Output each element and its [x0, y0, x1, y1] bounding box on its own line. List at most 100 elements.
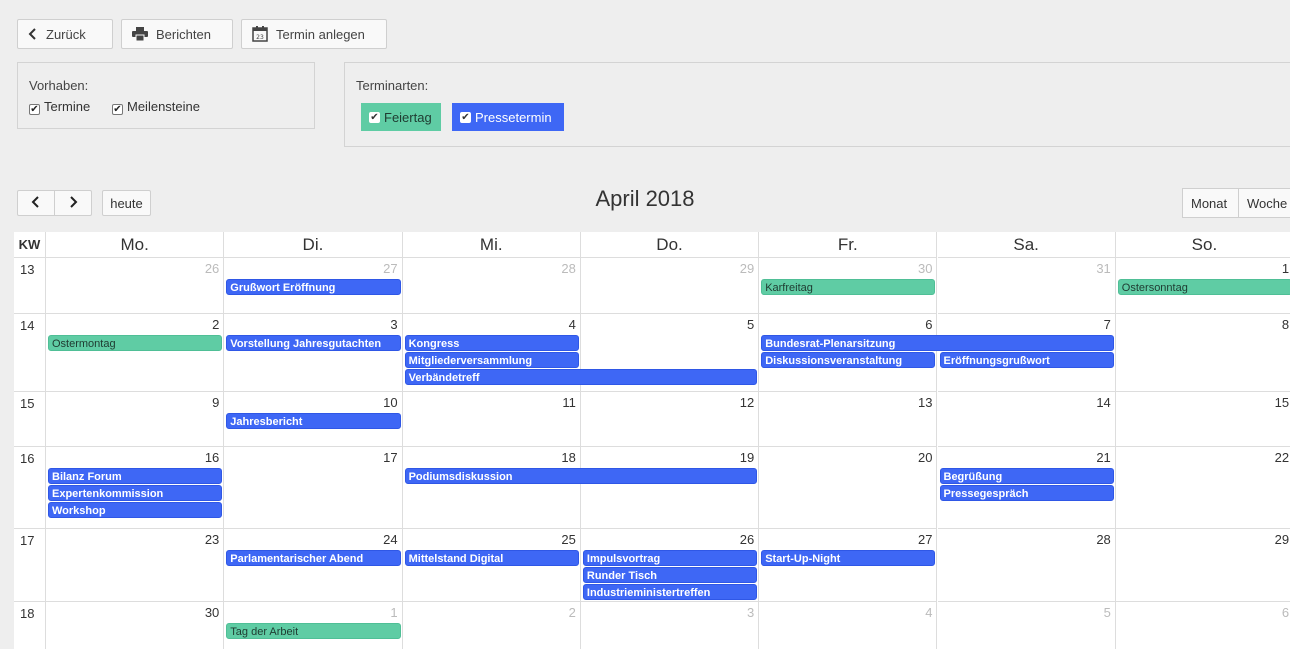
month-view-button[interactable]: Monat: [1182, 188, 1239, 218]
day-cell[interactable]: 11: [402, 392, 581, 447]
day-number: 8: [1281, 317, 1290, 332]
meilensteine-label: Meilensteine: [127, 99, 200, 114]
calendar-event[interactable]: Bundesrat-Plenarsitzung: [761, 335, 1114, 351]
calendar-event[interactable]: Ostermontag: [48, 335, 223, 351]
calendar-event[interactable]: Kongress: [404, 335, 579, 351]
day-header: Mi.: [402, 232, 581, 258]
day-cell[interactable]: 28: [937, 529, 1116, 602]
day-number: 27: [383, 261, 398, 276]
day-cell[interactable]: 29: [1115, 529, 1290, 602]
day-header: Di.: [224, 232, 403, 258]
calendar-event[interactable]: Mittelstand Digital: [404, 550, 579, 566]
day-number: 9: [212, 395, 220, 410]
day-cell[interactable]: 22: [1115, 447, 1290, 529]
checkbox-checked-icon: ✔: [460, 111, 471, 123]
day-number: 10: [383, 395, 398, 410]
day-number: 27: [918, 532, 933, 547]
day-cell[interactable]: 12: [580, 392, 760, 447]
month-calendar-grid: KW Mo. Di. Mi. Do. Fr. Sa. So. 13 26 27 28 29 30 31 1 14…: [14, 232, 1290, 649]
day-cell[interactable]: 13: [759, 392, 938, 447]
create-appointment-label: Termin anlegen: [276, 26, 365, 42]
day-cell[interactable]: 20: [759, 447, 938, 529]
calendar-event[interactable]: Bilanz Forum: [48, 468, 223, 484]
calendar-event[interactable]: Impulsvortrag: [582, 550, 758, 566]
day-number: 2: [212, 317, 220, 332]
day-cell[interactable]: 28: [402, 258, 581, 314]
meilensteine-checkbox[interactable]: ✔ Meilensteine: [112, 99, 200, 115]
day-cell[interactable]: 18: [402, 447, 581, 529]
day-cell[interactable]: 6: [1116, 602, 1290, 649]
day-cell[interactable]: 2: [403, 602, 581, 649]
day-number: 3: [746, 605, 755, 620]
week-number: 14: [14, 314, 46, 392]
day-number: 14: [1096, 395, 1111, 410]
calendar-event[interactable]: Grußwort Eröffnung: [226, 279, 401, 295]
day-number: 18: [561, 450, 576, 465]
calendar-event[interactable]: Verbändetreff: [404, 369, 758, 385]
day-cell[interactable]: 15: [1115, 392, 1290, 447]
calendar-icon: 23: [252, 26, 268, 42]
day-cell[interactable]: 3: [224, 314, 403, 392]
calendar-event[interactable]: Begrüßung: [939, 468, 1114, 484]
day-number: 20: [918, 450, 933, 465]
report-button[interactable]: Berichten: [121, 19, 233, 49]
termine-checkbox[interactable]: ✔ Termine: [29, 99, 90, 115]
day-cell[interactable]: 2: [46, 314, 225, 392]
calendar-event[interactable]: Podiumsdiskussion: [404, 468, 758, 484]
day-cell[interactable]: 3: [581, 602, 760, 649]
calendar-event[interactable]: Workshop: [48, 502, 223, 518]
day-cell[interactable]: 9: [46, 392, 225, 447]
day-number: 4: [568, 317, 576, 332]
day-number: 30: [918, 261, 933, 276]
day-cell[interactable]: 26: [46, 258, 225, 314]
day-number: 22: [1274, 450, 1290, 465]
day-cell[interactable]: 19: [580, 447, 760, 529]
calendar-event[interactable]: Expertenkommission: [48, 485, 223, 501]
calendar-event[interactable]: Parlamentarischer Abend: [226, 550, 401, 566]
calendar-event[interactable]: Runder Tisch: [582, 567, 758, 583]
day-cell[interactable]: 5: [938, 602, 1116, 649]
day-cell[interactable]: 8: [1115, 314, 1290, 392]
pressetermin-filter-chip[interactable]: ✔ Pressetermin: [452, 103, 564, 131]
feiertag-filter-chip[interactable]: ✔ Feiertag: [361, 103, 441, 131]
day-cell[interactable]: 29: [580, 258, 760, 314]
calendar-event[interactable]: Mitgliederversammlung: [404, 352, 579, 368]
month-view-label: Monat: [1191, 195, 1228, 211]
day-header: Do.: [580, 232, 760, 258]
week-view-button[interactable]: Woche: [1238, 188, 1290, 218]
day-number: 30: [204, 605, 220, 620]
day-cell[interactable]: 30: [46, 602, 225, 649]
day-number: 3: [390, 317, 398, 332]
calendar-event[interactable]: Industrieministertreffen: [582, 584, 758, 600]
calendar-event[interactable]: Eröffnungsgrußwort: [939, 352, 1114, 368]
calendar-event[interactable]: Tag der Arbeit: [226, 623, 401, 639]
day-number: 7: [1103, 317, 1111, 332]
calendar-event[interactable]: Diskussionsveranstaltung: [761, 352, 936, 368]
calendar-event[interactable]: Vorstellung Jahresgutachten: [226, 335, 401, 351]
calendar-event[interactable]: Pressegespräch: [939, 485, 1114, 501]
calendar-event[interactable]: Karfreitag: [761, 279, 936, 295]
feiertag-label: Feiertag: [384, 109, 432, 125]
day-cell[interactable]: 23: [46, 529, 225, 602]
calendar-event[interactable]: Jahresbericht: [226, 413, 401, 429]
calendar-event[interactable]: Start-Up-Night: [761, 550, 936, 566]
report-label: Berichten: [156, 26, 211, 42]
day-number: 17: [383, 450, 398, 465]
termine-label: Termine: [44, 99, 91, 114]
day-cell[interactable]: 14: [937, 392, 1116, 447]
day-number: 29: [1274, 532, 1290, 547]
back-button[interactable]: Zurück: [17, 19, 113, 49]
day-cell[interactable]: 17: [224, 447, 403, 529]
checkbox-checked-icon: ✔: [29, 104, 40, 115]
terminarten-label: Terminarten:: [356, 78, 429, 93]
calendar-event[interactable]: Ostersonntag: [1117, 279, 1290, 295]
day-cell[interactable]: 31: [937, 258, 1116, 314]
day-number: 21: [1096, 450, 1111, 465]
svg-text:23: 23: [256, 34, 264, 41]
day-number: 25: [561, 532, 576, 547]
day-number: 29: [739, 261, 755, 276]
day-header: Sa.: [937, 232, 1116, 258]
printer-icon: [132, 27, 148, 41]
create-appointment-button[interactable]: 23 Termin anlegen: [241, 19, 387, 49]
day-cell[interactable]: 4: [759, 602, 938, 649]
